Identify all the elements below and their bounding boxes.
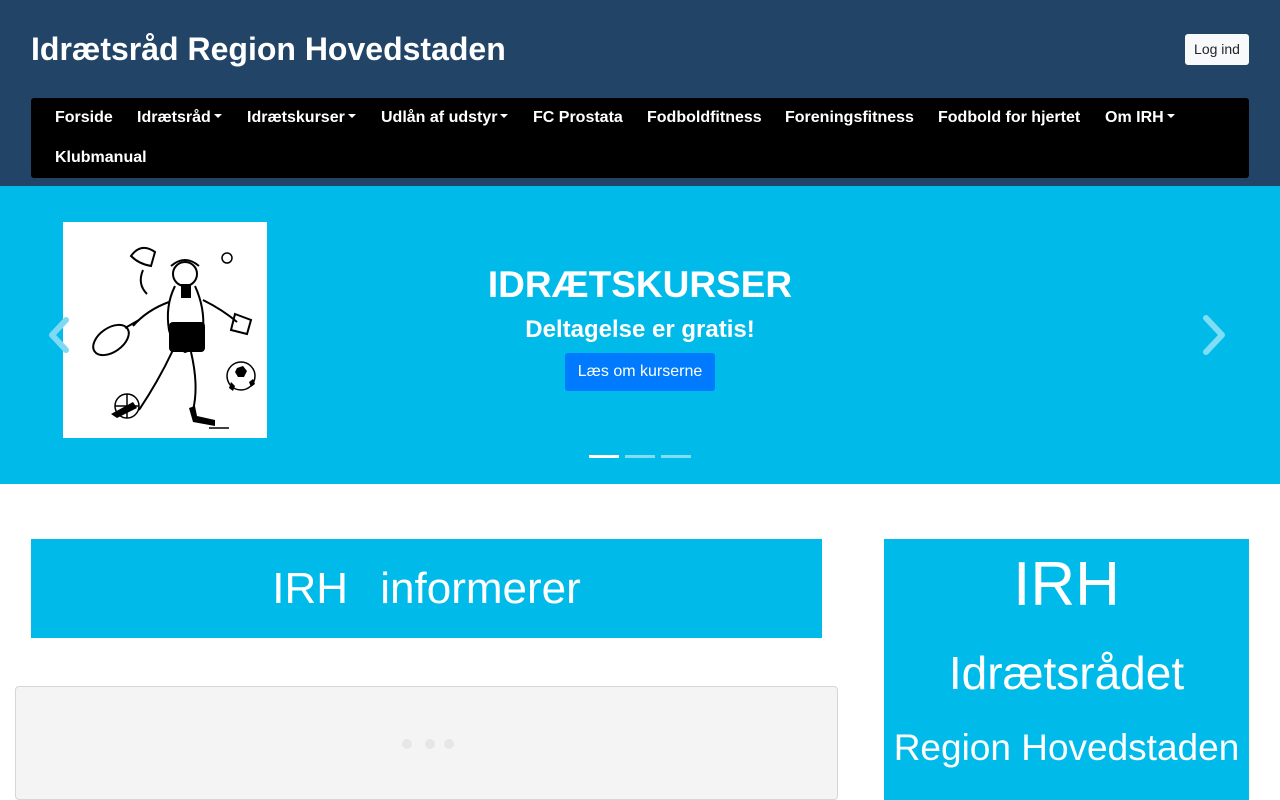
nav-item-label: Klubmanual [55,149,147,166]
nav-item-label: Fodbold for hjertet [938,109,1081,126]
nav-item-label: Foreningsfitness [785,109,914,126]
caret-down-icon [213,114,222,119]
nav-item-label: Forside [55,109,113,126]
irh-informerer-banner[interactable]: IRH informerer [31,539,822,638]
nav-item-label: Idrætsråd [137,109,211,126]
nav-item-fc-prostata[interactable]: FC Prostata [533,108,623,128]
nav-item-idraetskurser[interactable]: Idrætskurser [247,108,356,128]
hero-carousel: IDRÆTSKURSER Deltagelse er gratis! Læs o… [0,186,1280,484]
site-title[interactable]: Idrætsråd Region Hovedstaden [31,30,506,68]
nav-item-foreningsfitness[interactable]: Foreningsfitness [785,108,914,128]
banner-text: IRH informerer [272,564,581,613]
loading-dot [444,739,454,749]
caret-down-icon [1166,114,1175,119]
nav-item-label: Om IRH [1105,109,1164,126]
nav-item-fodboldfitness[interactable]: Fodboldfitness [647,108,762,128]
loading-dot [425,739,435,749]
caret-down-icon [347,114,356,119]
carousel-title: IDRÆTSKURSER [487,264,793,305]
carousel-indicator-1[interactable] [589,455,619,458]
nav-item-om-irh[interactable]: Om IRH [1105,108,1175,128]
nav-item-udlaan[interactable]: Udlån af udstyr [381,108,509,128]
nav-item-label: FC Prostata [533,109,623,126]
banner-line-irh: IRH [1013,550,1120,619]
nav-item-idraetsraad[interactable]: Idrætsråd [137,108,222,128]
nav-item-label: Idrætskurser [247,109,345,126]
site-header: Idrætsråd Region Hovedstaden Log ind For… [0,0,1280,186]
login-button[interactable]: Log ind [1185,34,1249,65]
main-navbar: Forside Idrætsråd Idrætskurser Udlån af … [31,98,1249,178]
caret-down-icon [500,114,509,119]
read-about-courses-button[interactable]: Læs om kurserne [565,353,715,391]
loading-content-box [15,686,838,800]
carousel-subtitle: Deltagelse er gratis! [525,316,755,343]
irh-logo-banner[interactable]: IRH Idrætsrådet Region Hovedstaden [884,539,1249,800]
loading-dot [402,739,412,749]
nav-item-label: Udlån af udstyr [381,109,498,126]
banner-line-region: Region Hovedstaden [893,727,1240,768]
nav-item-forside[interactable]: Forside [55,108,113,128]
nav-item-fodbold-for-hjertet[interactable]: Fodbold for hjertet [938,108,1080,128]
banner-line-idraetsraadet: Idrætsrådet [948,647,1185,699]
carousel-indicator-3[interactable] [661,455,691,458]
nav-item-label: Fodboldfitness [647,109,762,126]
carousel-indicator-2[interactable] [625,455,655,458]
nav-item-klubmanual[interactable]: Klubmanual [55,148,147,168]
